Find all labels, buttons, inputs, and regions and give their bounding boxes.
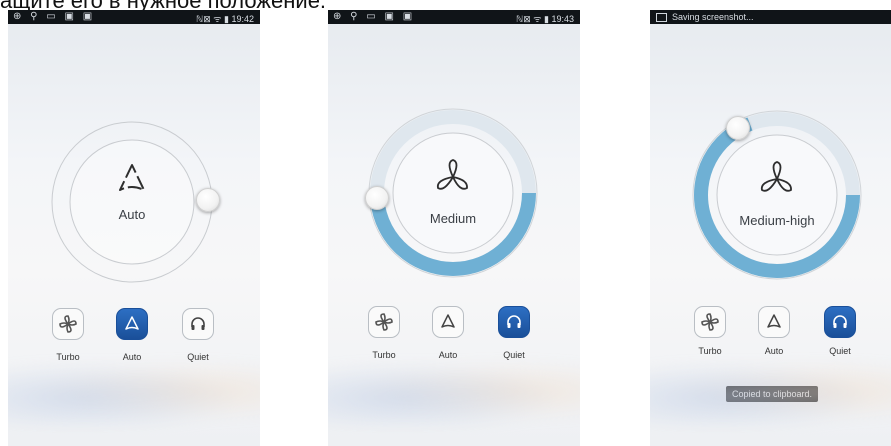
headphones-icon [507,315,521,328]
dial-knob[interactable] [196,188,220,212]
turbo-fan-icon [59,315,77,333]
auto-label: Auto [438,350,458,360]
fan-speed-dial[interactable]: Medium [365,108,538,278]
quiet-label: Quiet [829,346,851,356]
auto-label: Auto [122,352,142,362]
turbo-button[interactable] [694,306,726,338]
auto-button[interactable] [116,308,148,340]
headphones-icon [191,317,205,330]
status-time: ℕ⊠ ᯤ ▮ 19:43 [516,14,574,24]
auto-button[interactable] [758,306,790,338]
status-bar: Saving screenshot... [650,10,891,24]
fan-speed-dial[interactable]: Auto [50,120,220,284]
headphones-icon [833,315,847,328]
status-time: ℕ⊠ ᯤ ▮ 19:42 [196,14,254,24]
auto-triangle-icon [767,314,781,328]
auto-triangle-icon [119,164,145,191]
turbo-button[interactable] [368,306,400,338]
turbo-label: Turbo [56,352,80,362]
mode-label: Medium [429,211,477,226]
dial-knob[interactable] [726,116,750,140]
auto-triangle-icon [125,316,139,330]
phone-screen-3: Saving screenshot... Medium-high Turbo A… [650,10,891,446]
screenshot-icon [656,13,667,22]
status-bar: ⊕ ⚲ ▭ ▣ ▣ ℕ⊠ ᯤ ▮ 19:43 [328,10,580,24]
mode-label: Auto [118,207,146,222]
status-text: Saving screenshot... [672,12,754,22]
turbo-label: Turbo [372,350,396,360]
quiet-label: Quiet [187,352,209,362]
phone-screen-2: ⊕ ⚲ ▭ ▣ ▣ ℕ⊠ ᯤ ▮ 19:43 Medium Turbo Auto… [328,10,580,446]
auto-label: Auto [764,346,784,356]
phone-screen-1: ⊕ ⚲ ▭ ▣ ▣ ℕ⊠ ᯤ ▮ 19:42 Auto Turbo Auto Q… [8,10,260,446]
quiet-button[interactable] [182,308,214,340]
turbo-button[interactable] [52,308,84,340]
fan-speed-dial[interactable]: Medium-high [692,110,862,280]
turbo-fan-icon [375,313,393,331]
fan-icon [436,159,468,190]
mode-label: Medium-high [739,213,815,228]
turbo-fan-icon [701,313,719,331]
auto-triangle-icon [441,314,455,328]
status-icons-left: ⊕ ⚲ ▭ ▣ ▣ [333,11,416,22]
auto-button[interactable] [432,306,464,338]
status-icons-left: ⊕ ⚲ ▭ ▣ ▣ [13,11,96,22]
fan-icon [760,161,792,192]
toast-message: Copied to clipboard. [726,386,819,402]
quiet-label: Quiet [503,350,525,360]
dial-knob[interactable] [365,186,389,210]
status-bar: ⊕ ⚲ ▭ ▣ ▣ ℕ⊠ ᯤ ▮ 19:42 [8,10,260,24]
quiet-button[interactable] [824,306,856,338]
turbo-label: Turbo [698,346,722,356]
quiet-button[interactable] [498,306,530,338]
dial-rings [51,121,213,283]
